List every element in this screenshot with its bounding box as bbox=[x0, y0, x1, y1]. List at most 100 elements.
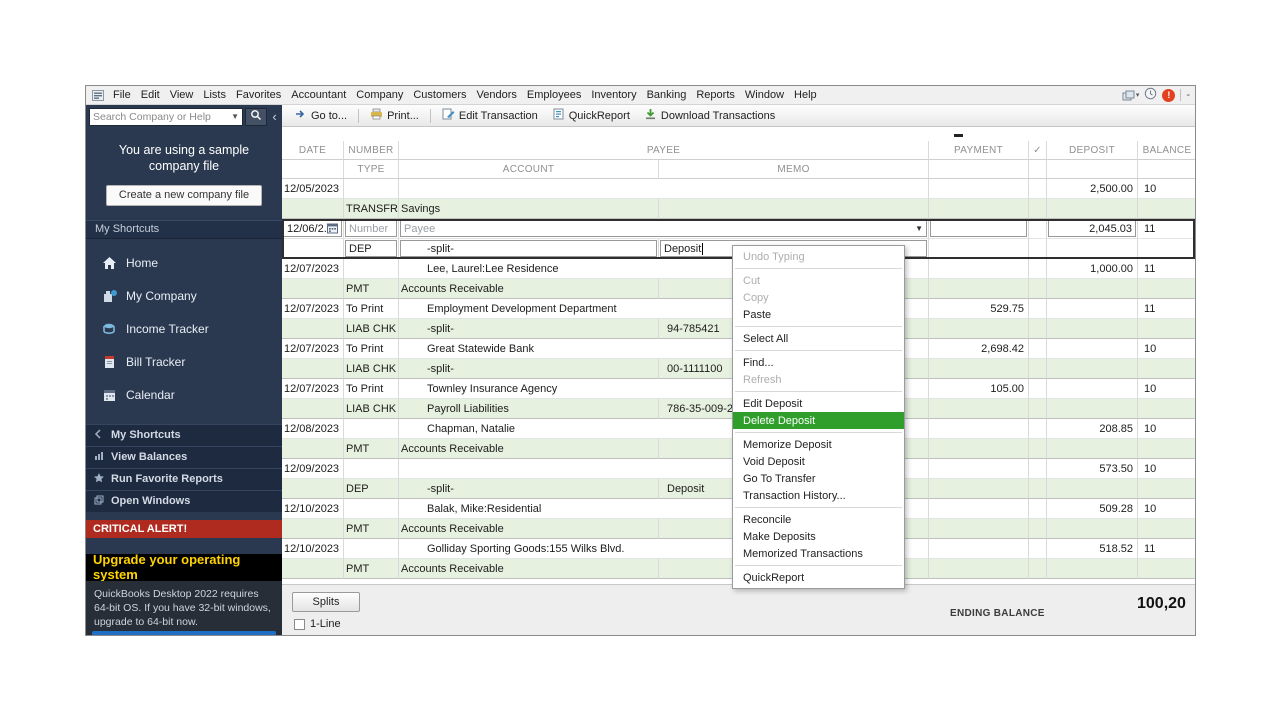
one-line-checkbox[interactable] bbox=[294, 618, 305, 630]
download-transactions-button[interactable]: Download Transactions bbox=[638, 106, 781, 125]
panel-open-windows[interactable]: Open Windows bbox=[86, 489, 282, 512]
context-menu-item-paste[interactable]: Paste bbox=[733, 306, 904, 323]
menu-employees[interactable]: Employees bbox=[522, 89, 586, 101]
cell-type: PMT bbox=[344, 439, 399, 459]
shortcuts-section-header[interactable]: My Shortcuts bbox=[86, 219, 282, 239]
search-input[interactable]: Search Company or Help ▼ bbox=[89, 107, 243, 126]
context-menu-item-memorized-transactions[interactable]: Memorized Transactions bbox=[733, 545, 904, 562]
home-icon bbox=[101, 256, 117, 270]
menu-reports[interactable]: Reports bbox=[691, 89, 740, 101]
context-menu-item-edit-deposit[interactable]: Edit Deposit bbox=[733, 395, 904, 412]
context-menu-item-reconcile[interactable]: Reconcile bbox=[733, 511, 904, 528]
quickbooks-window: File Edit View Lists Favorites Accountan… bbox=[85, 85, 1196, 636]
payee-field[interactable]: Payee ▼ bbox=[400, 220, 927, 237]
cell-account: Payroll Liabilities bbox=[399, 399, 659, 419]
search-button[interactable] bbox=[245, 107, 267, 126]
context-menu-item-delete-deposit[interactable]: Delete Deposit bbox=[733, 412, 904, 429]
deposit-value: 2,045.03 bbox=[1089, 222, 1132, 235]
cell-number bbox=[344, 539, 399, 559]
panel-my-shortcuts[interactable]: My Shortcuts bbox=[86, 423, 282, 446]
quickreport-button[interactable]: QuickReport bbox=[546, 106, 636, 125]
cell-payee bbox=[399, 179, 929, 199]
memo-value: Deposit bbox=[664, 242, 702, 255]
sidebar-item-home[interactable]: Home bbox=[86, 247, 282, 280]
chevron-down-icon[interactable]: ▼ bbox=[231, 112, 239, 121]
sample-company-banner: You are using a sample company file bbox=[118, 143, 250, 174]
menu-company[interactable]: Company bbox=[351, 89, 408, 101]
table-row[interactable]: 12/05/2023 2,500.00 10 TRANSFR Savings bbox=[282, 179, 1195, 219]
menu-inventory[interactable]: Inventory bbox=[586, 89, 641, 101]
menu-favorites[interactable]: Favorites bbox=[231, 89, 286, 101]
cell-blank bbox=[282, 479, 344, 499]
sidebar-item-label: Calendar bbox=[126, 388, 175, 402]
create-company-file-button[interactable]: Create a new company file bbox=[106, 184, 262, 206]
one-line-toggle[interactable]: 1-Line bbox=[294, 618, 341, 630]
sidebar-item-bill-tracker[interactable]: Bill Tracker bbox=[86, 346, 282, 379]
calendar-picker-icon[interactable] bbox=[327, 223, 338, 234]
menu-banking[interactable]: Banking bbox=[642, 89, 692, 101]
cell-type: DEP bbox=[344, 239, 399, 259]
cell-blank bbox=[1029, 519, 1047, 539]
cell-balance: 10 bbox=[1138, 379, 1195, 399]
context-menu-item-refresh: Refresh bbox=[743, 373, 782, 386]
menu-help[interactable]: Help bbox=[789, 89, 822, 101]
context-menu-item-go-to-transfer[interactable]: Go To Transfer bbox=[733, 470, 904, 487]
cell-payment bbox=[929, 459, 1029, 479]
account-field[interactable]: -split- bbox=[400, 240, 657, 257]
menu-accountant[interactable]: Accountant bbox=[286, 89, 351, 101]
payee-dropdown-icon[interactable]: ▼ bbox=[915, 224, 923, 233]
payment-field[interactable] bbox=[930, 220, 1027, 237]
sidebar-item-calendar[interactable]: Calendar bbox=[86, 379, 282, 412]
header-payment: PAYMENT bbox=[929, 141, 1029, 160]
menu-lists[interactable]: Lists bbox=[198, 89, 231, 101]
edit-transaction-button[interactable]: Edit Transaction bbox=[436, 106, 544, 125]
menu-view[interactable]: View bbox=[165, 89, 199, 101]
context-menu-item-quickreport[interactable]: QuickReport bbox=[733, 569, 904, 586]
button-label: QuickReport bbox=[568, 109, 630, 122]
calendar-icon bbox=[101, 388, 117, 402]
context-menu-item-void-deposit[interactable]: Void Deposit bbox=[733, 453, 904, 470]
edit-transaction-icon bbox=[442, 108, 455, 123]
print-button[interactable]: Print... bbox=[364, 106, 425, 125]
menu-customers[interactable]: Customers bbox=[408, 89, 471, 101]
alerts-badge-icon[interactable]: ! bbox=[1162, 88, 1176, 102]
sidebar-collapse-chevron[interactable]: ‹ bbox=[269, 109, 280, 124]
cell-date: 12/06/2... bbox=[282, 219, 344, 239]
menu-file[interactable]: File bbox=[108, 89, 136, 101]
cell-blank bbox=[1138, 519, 1195, 539]
sidebar-item-my-company[interactable]: My Company bbox=[86, 280, 282, 313]
context-menu-item-select-all[interactable]: Select All bbox=[733, 330, 904, 347]
cell-number bbox=[344, 179, 399, 199]
clock-icon[interactable] bbox=[1144, 87, 1157, 103]
cell-number: To Print bbox=[344, 379, 399, 399]
number-field[interactable]: Number bbox=[345, 220, 397, 237]
window-cascade-icon[interactable]: ▾ bbox=[1122, 90, 1139, 101]
splits-button[interactable]: Splits bbox=[292, 592, 360, 612]
type-field[interactable]: DEP bbox=[345, 240, 397, 257]
deposit-field[interactable]: 2,045.03 bbox=[1048, 220, 1136, 237]
sidebar-item-income-tracker[interactable]: Income Tracker bbox=[86, 313, 282, 346]
sidebar-item-label: My Company bbox=[126, 289, 197, 303]
date-field[interactable]: 12/06/2... bbox=[283, 220, 342, 237]
context-menu-item-find[interactable]: Find... bbox=[733, 354, 904, 371]
menu-window[interactable]: Window bbox=[740, 89, 789, 101]
go-to-arrow-icon bbox=[294, 108, 307, 123]
panel-view-balances[interactable]: View Balances bbox=[86, 445, 282, 468]
cell-balance: 11 bbox=[1138, 299, 1195, 319]
cell-blank bbox=[1138, 439, 1195, 459]
sidebar-item-label: Home bbox=[126, 256, 159, 270]
menu-vendors[interactable]: Vendors bbox=[472, 89, 522, 101]
context-menu-item-transaction-history[interactable]: Transaction History... bbox=[733, 487, 904, 504]
button-label: Go to... bbox=[311, 109, 348, 122]
context-menu-item-memorize-deposit[interactable]: Memorize Deposit bbox=[733, 436, 904, 453]
panel-run-favorite-reports[interactable]: Run Favorite Reports bbox=[86, 467, 282, 490]
register-footer: Splits 1-Line ENDING BALANCE 100,20 bbox=[282, 584, 1195, 635]
cell-cleared[interactable] bbox=[1029, 219, 1047, 239]
go-to-button[interactable]: Go to... bbox=[288, 106, 353, 125]
menu-edit[interactable]: Edit bbox=[136, 89, 165, 101]
cell-date: 12/09/2023 bbox=[282, 459, 344, 479]
context-menu-item-make-deposits[interactable]: Make Deposits bbox=[733, 528, 904, 545]
upgrade-action-button-partial[interactable] bbox=[92, 631, 276, 635]
cell-blank bbox=[1047, 239, 1138, 259]
cell-blank bbox=[1029, 239, 1047, 259]
